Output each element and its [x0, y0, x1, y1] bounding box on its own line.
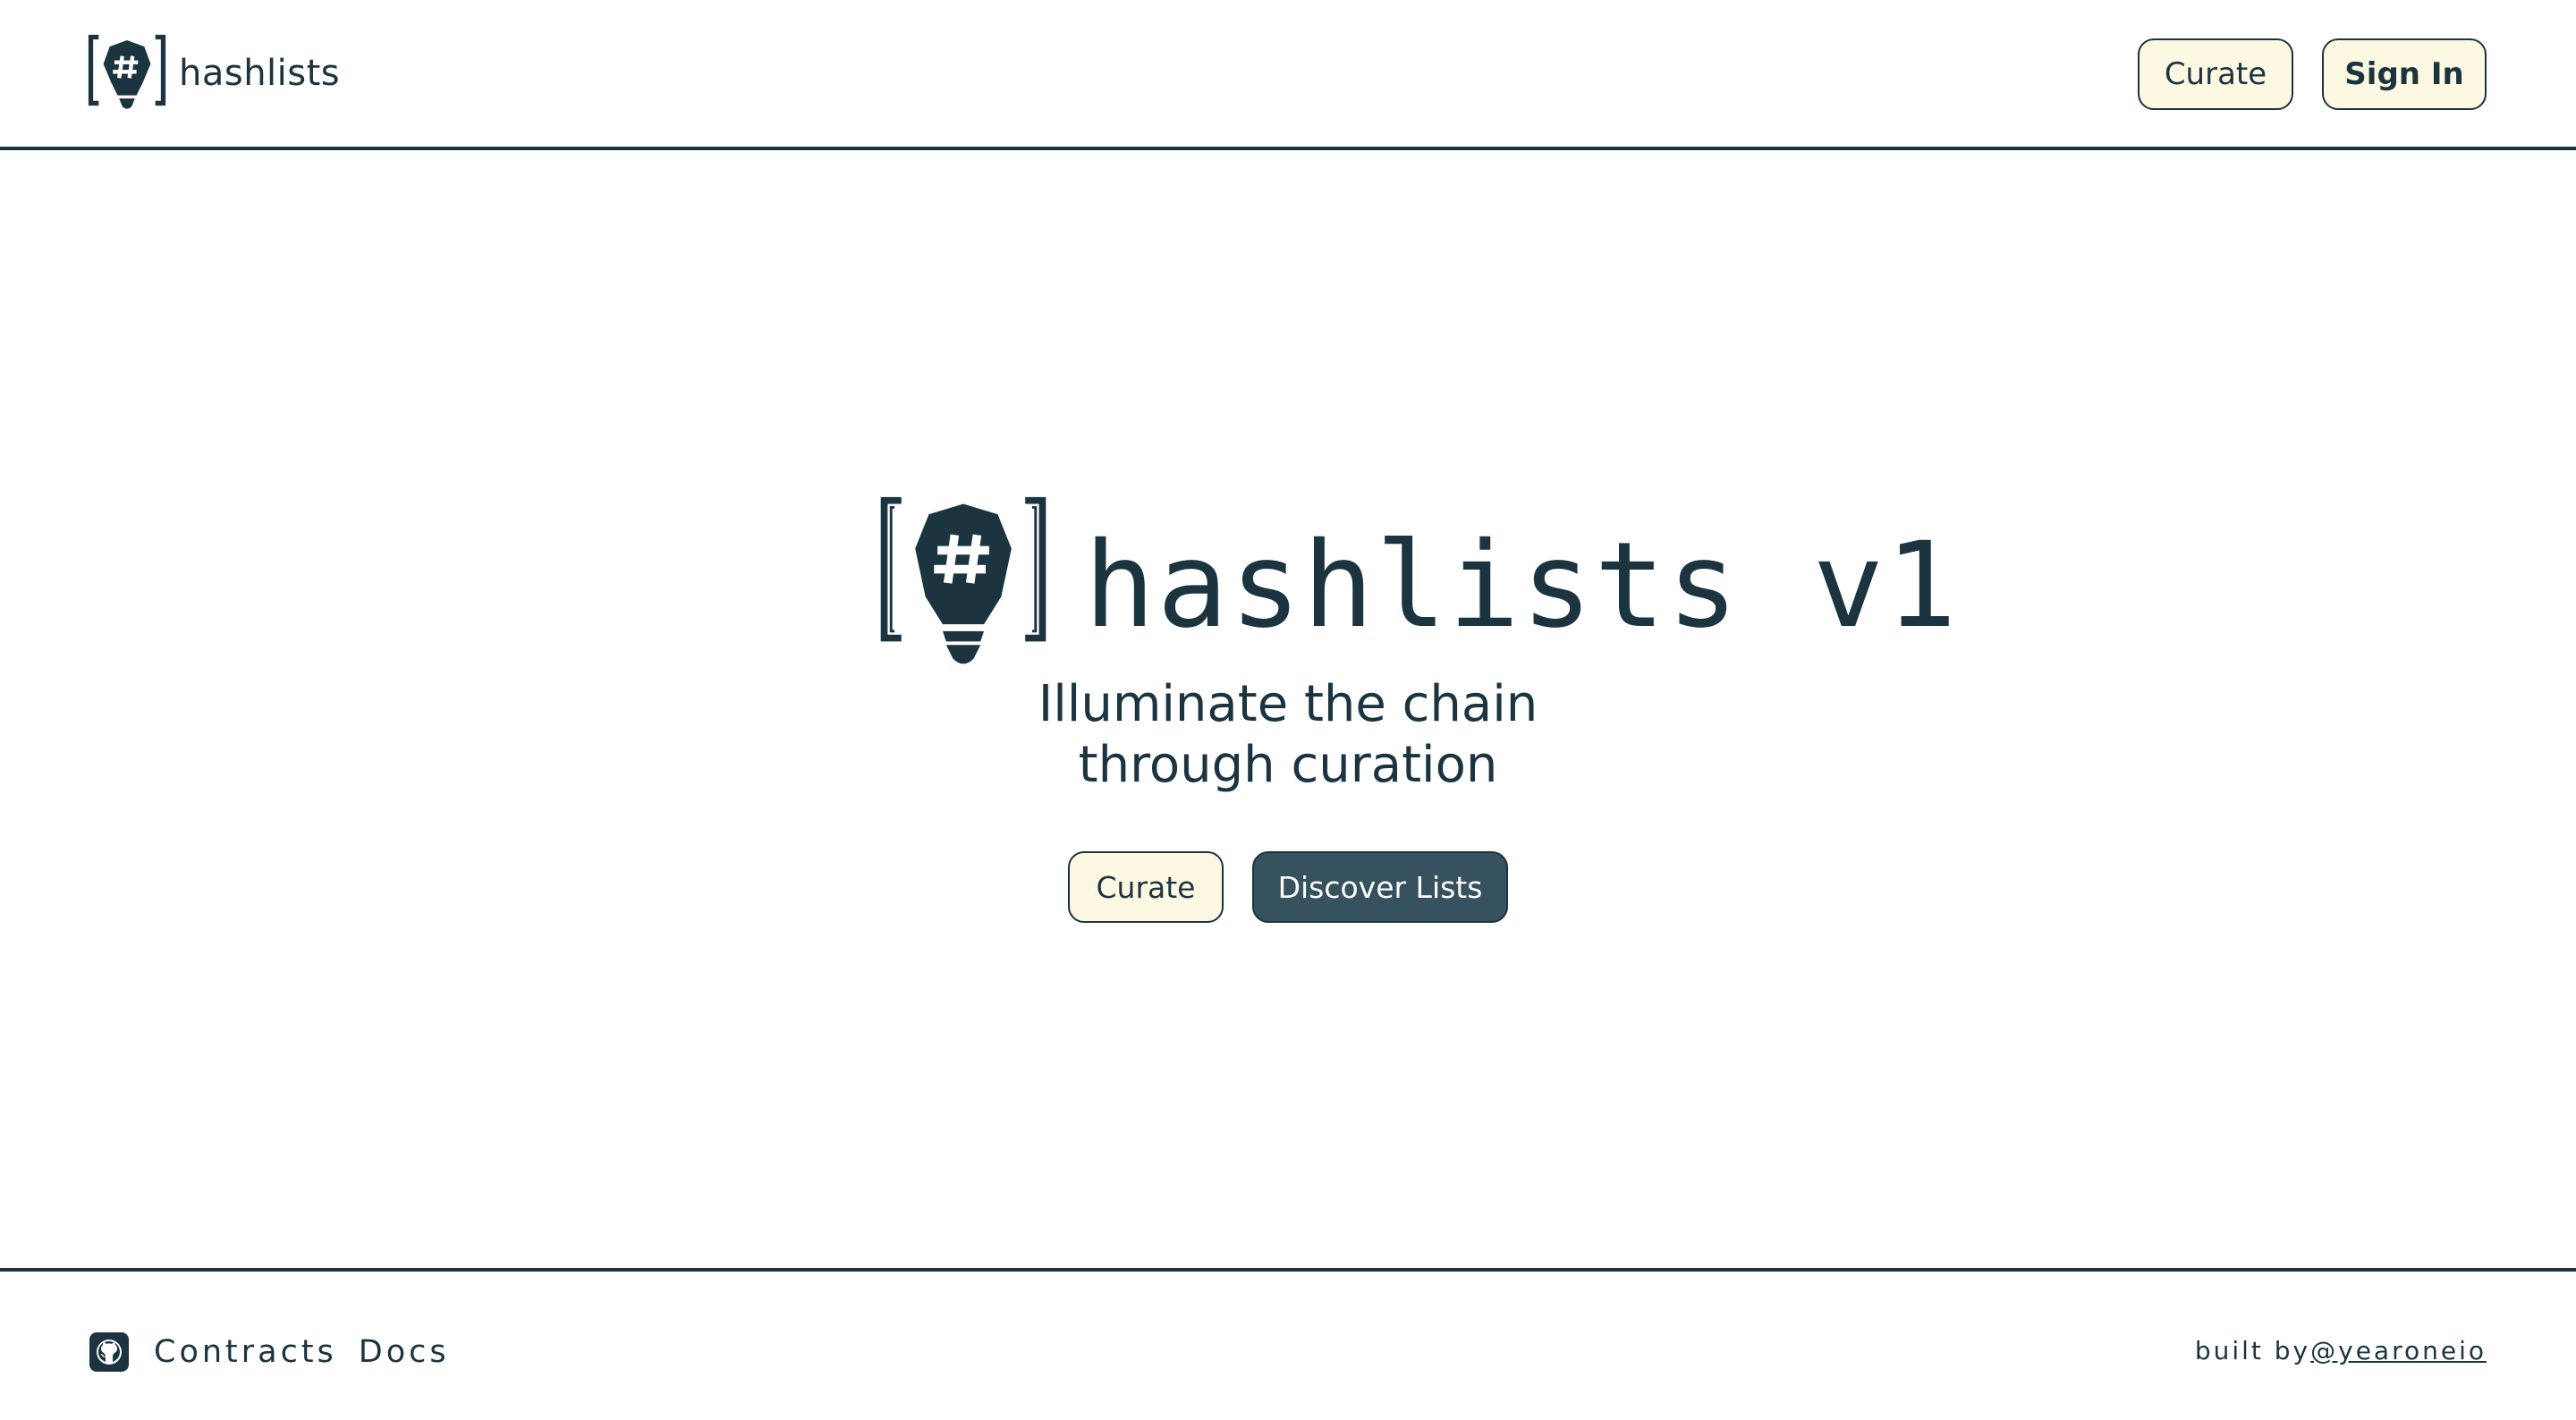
brand-name: hashlists [179, 53, 341, 94]
docs-link[interactable]: Docs [359, 1334, 450, 1370]
yearoneio-link[interactable]: @yearoneio [2310, 1336, 2487, 1365]
hero-tagline: Illuminate the chain through curation [930, 674, 1646, 796]
hero-title: hashlists v1 [1084, 517, 1959, 655]
built-by-prefix: built by [2194, 1336, 2311, 1365]
site-header: hashlists Curate Sign In [0, 0, 2576, 150]
brand-link[interactable]: hashlists [88, 32, 340, 114]
footer-links: Contracts Docs [89, 1331, 450, 1374]
discover-lists-button[interactable]: Discover Lists [1252, 851, 1508, 923]
hero-logo-icon [880, 496, 1046, 664]
site-footer: Contracts Docs built by @yearoneio [0, 1268, 2576, 1420]
tagline-line-2: through curation [1078, 736, 1498, 794]
built-by: built by @yearoneio [2195, 1336, 2487, 1365]
hashlists-logo-icon [88, 34, 166, 109]
hero-curate-button[interactable]: Curate [1068, 851, 1224, 923]
tagline-line-1: Illuminate the chain [1038, 675, 1538, 733]
sign-in-button[interactable]: Sign In [2322, 38, 2487, 110]
github-icon[interactable] [89, 1332, 129, 1372]
header-curate-button[interactable]: Curate [2138, 38, 2293, 110]
contracts-link[interactable]: Contracts [154, 1334, 337, 1370]
